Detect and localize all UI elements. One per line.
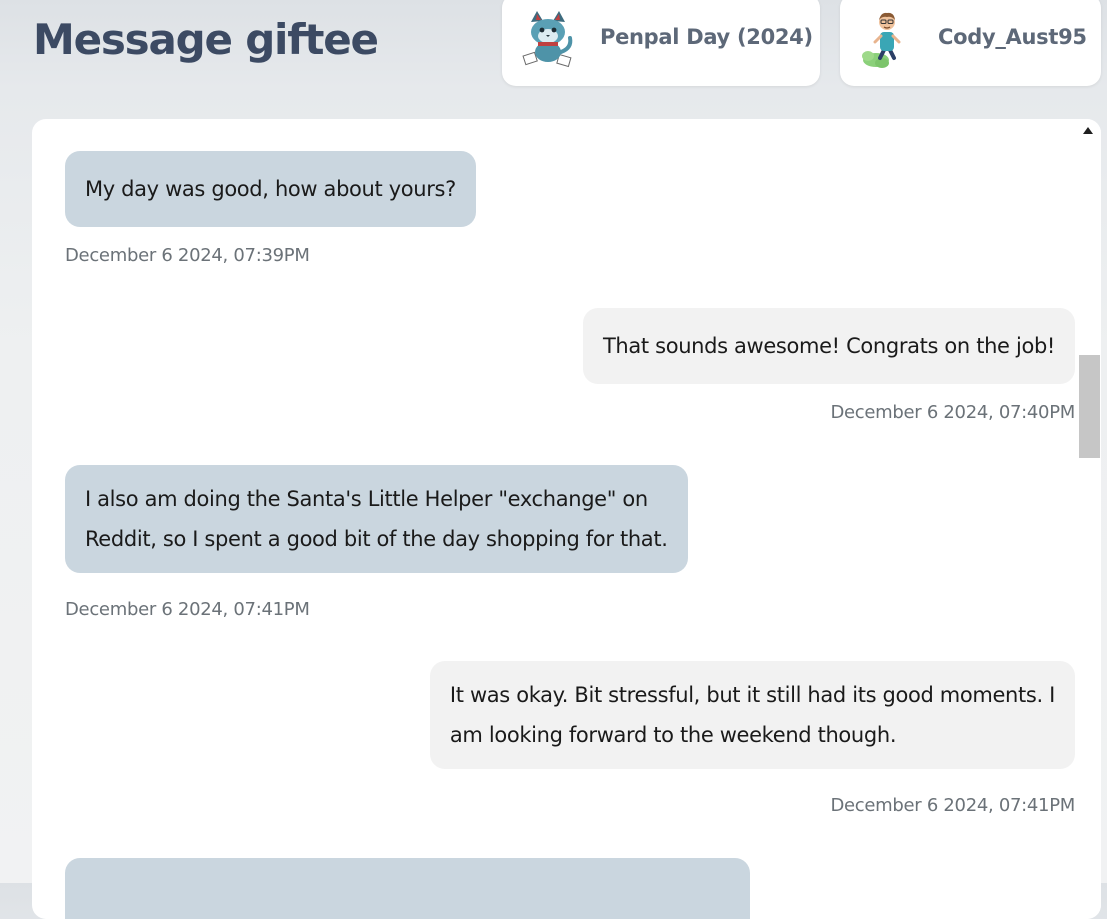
message-bubble-incoming — [65, 858, 750, 919]
event-name: Penpal Day (2024) — [600, 25, 813, 49]
message-text: That sounds awesome! Congrats on the job… — [602, 334, 1055, 358]
scroll-up-arrow-icon[interactable] — [1083, 127, 1093, 134]
page-title: Message giftee — [33, 15, 379, 64]
giftee-profile[interactable]: Cody_Aust95 — [840, 0, 1101, 86]
scrollbar[interactable] — [1077, 119, 1101, 919]
message-bubble-outgoing: It was okay. Bit stressful, but it still… — [429, 661, 1075, 769]
message-text-line: It was okay. Bit stressful, but it still… — [449, 683, 1055, 707]
message-list: My day was good, how about yours? Decemb… — [32, 119, 1077, 919]
cat-mascot-icon — [522, 11, 573, 68]
message-timestamp: December 6 2024, 07:41PM — [65, 599, 310, 620]
message-timestamp: December 6 2024, 07:41PM — [830, 795, 1075, 816]
message-text-line: am looking forward to the weekend though… — [449, 723, 897, 747]
message-thread[interactable]: My day was good, how about yours? Decemb… — [32, 119, 1101, 919]
giftee-username: Cody_Aust95 — [938, 25, 1087, 49]
message-bubble-incoming: I also am doing the Santa's Little Helpe… — [65, 465, 688, 573]
message-bubble-outgoing: That sounds awesome! Congrats on the job… — [582, 308, 1075, 384]
event-selector[interactable]: Penpal Day (2024) — [502, 0, 820, 86]
message-timestamp: December 6 2024, 07:40PM — [830, 402, 1075, 423]
user-avatar-icon — [862, 12, 901, 68]
scrollbar-thumb[interactable] — [1079, 355, 1100, 458]
message-text-line: I also am doing the Santa's Little Helpe… — [85, 487, 648, 511]
message-timestamp: December 6 2024, 07:39PM — [65, 245, 310, 266]
message-text-line: Reddit, so I spent a good bit of the day… — [85, 527, 668, 551]
message-bubble-incoming: My day was good, how about yours? — [65, 151, 476, 227]
message-text: My day was good, how about yours? — [85, 177, 456, 201]
